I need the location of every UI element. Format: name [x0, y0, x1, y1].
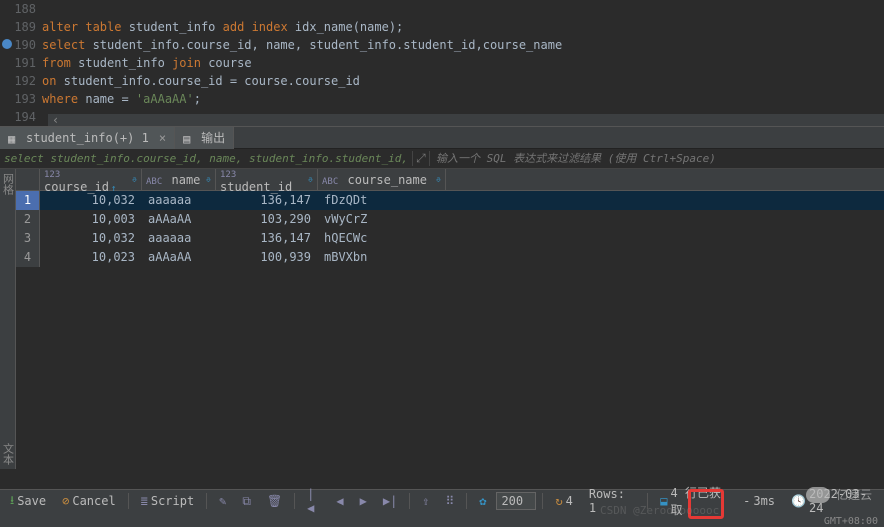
cell-name[interactable]: aaaaaa: [142, 229, 216, 248]
line-number: 194: [0, 108, 42, 126]
column-name: course_id: [44, 180, 109, 194]
code-line[interactable]: where name = 'aAAaAA';: [42, 90, 884, 108]
cell-course_name[interactable]: hQECWc: [318, 229, 446, 248]
script-button[interactable]: ≣ Script: [135, 491, 201, 511]
filter-icon[interactable]: ⎀: [436, 175, 441, 185]
code-line[interactable]: from student_info join course: [42, 54, 884, 72]
close-icon[interactable]: ×: [159, 131, 166, 145]
table-row[interactable]: 310,032aaaaaa136,147hQECWc: [16, 229, 884, 248]
gear-icon[interactable]: ✿: [473, 491, 492, 511]
last-page-icon[interactable]: ▶|: [377, 491, 403, 511]
save-button[interactable]: ⭳ Save: [4, 491, 52, 511]
code-line[interactable]: on student_info.course_id = course.cours…: [42, 72, 884, 90]
results-grid[interactable]: 123 course_id↑⎀ABC name⎀123 student_id⎀A…: [16, 169, 884, 469]
column-name: course_name: [348, 173, 427, 187]
filter-bar: select student_info.course_id, name, stu…: [0, 149, 884, 169]
column-header-course_name[interactable]: ABC course_name ⎀: [318, 169, 446, 190]
tab-label: student_info(+) 1: [26, 131, 149, 145]
column-name: student_id: [220, 180, 292, 194]
type-icon: ABC: [146, 177, 162, 187]
column-header-student_id[interactable]: 123 student_id⎀: [216, 169, 318, 190]
code-line[interactable]: select student_info.course_id, name, stu…: [42, 36, 884, 54]
cell-course_name[interactable]: fDzQDt: [318, 191, 446, 210]
row-number[interactable]: 3: [16, 229, 40, 248]
line-number: 192: [0, 72, 42, 90]
duplicate-icon[interactable]: ⧉: [236, 491, 257, 511]
cell-course_name[interactable]: mBVXbn: [318, 248, 446, 267]
type-icon: ABC: [322, 177, 338, 187]
first-page-icon[interactable]: |◀: [301, 491, 326, 511]
export-icon[interactable]: ⇪: [416, 491, 435, 511]
table-row[interactable]: 110,032aaaaaa136,147fDzQDt: [16, 191, 884, 210]
grid-mode-gutter[interactable]: 网格 文本: [0, 169, 16, 469]
row-number[interactable]: 1: [16, 191, 40, 210]
expand-icon[interactable]: ⤢: [412, 151, 430, 166]
cell-student_id[interactable]: 136,147: [216, 191, 318, 210]
tab--[interactable]: ▤ 输出: [175, 127, 234, 149]
sql-editor[interactable]: 188189alter table student_info add index…: [0, 0, 884, 126]
cell-student_id[interactable]: 136,147: [216, 229, 318, 248]
grid-corner[interactable]: [16, 169, 40, 190]
line-number: 188: [0, 0, 42, 18]
column-header-name[interactable]: ABC name ⎀: [142, 169, 216, 190]
prev-page-icon[interactable]: ◀: [330, 491, 349, 511]
cancel-button[interactable]: ⊘ Cancel: [56, 491, 122, 511]
grid-icon: ▦: [8, 132, 20, 144]
cloud-icon: [806, 487, 830, 503]
filter-icon[interactable]: ⎀: [206, 175, 211, 185]
csdn-watermark: CSDN @Zerooooooooc: [600, 504, 719, 517]
timing: - 3ms: [737, 491, 781, 511]
timezone: GMT+08:00: [824, 516, 878, 527]
sort-asc-icon[interactable]: ↑: [111, 184, 116, 194]
line-number: 190: [0, 36, 42, 54]
table-row[interactable]: 410,023aAAaAA100,939mBVXbn: [16, 248, 884, 267]
cell-student_id[interactable]: 100,939: [216, 248, 318, 267]
code-line[interactable]: [42, 0, 884, 18]
output-icon: ▤: [183, 132, 195, 144]
filter-input[interactable]: [430, 152, 884, 165]
filter-icon[interactable]: ⎀: [308, 175, 313, 185]
row-number[interactable]: 2: [16, 210, 40, 229]
cell-course_id[interactable]: 10,023: [40, 248, 142, 267]
column-name: name: [172, 173, 201, 187]
cell-course_id[interactable]: 10,003: [40, 210, 142, 229]
line-number: 191: [0, 54, 42, 72]
type-icon: 123: [44, 170, 60, 180]
cell-name[interactable]: aAAaAA: [142, 248, 216, 267]
result-tab-bar: ▦ student_info(+) 1 × ▤ 输出: [0, 126, 884, 149]
cell-course_id[interactable]: 10,032: [40, 191, 142, 210]
next-page-icon[interactable]: ▶: [354, 491, 373, 511]
cell-course_name[interactable]: vWyCrZ: [318, 210, 446, 229]
row-number[interactable]: 4: [16, 248, 40, 267]
code-line[interactable]: alter table student_info add index idx_n…: [42, 18, 884, 36]
cell-student_id[interactable]: 103,290: [216, 210, 318, 229]
refresh-button[interactable]: ↻ 4: [549, 491, 578, 511]
grid-toolbar: ⭳ Save ⊘ Cancel ≣ Script ✎ ⧉ 🗑 |◀ ◀ ▶ ▶|…: [0, 489, 884, 527]
settings-tiny-icon[interactable]: ⠿: [439, 491, 460, 511]
filter-icon[interactable]: ⎀: [132, 175, 137, 185]
tab-student_info-1[interactable]: ▦ student_info(+) 1 ×: [0, 127, 175, 149]
sql-echo: select student_info.course_id, name, stu…: [0, 152, 412, 165]
delete-icon[interactable]: 🗑: [261, 491, 288, 511]
line-number: 189: [0, 18, 42, 36]
page-size-input[interactable]: [496, 492, 536, 510]
editor-scrollbar[interactable]: ‹: [48, 114, 884, 126]
table-row[interactable]: 210,003aAAaAA103,290vWyCrZ: [16, 210, 884, 229]
cell-course_id[interactable]: 10,032: [40, 229, 142, 248]
line-number: 193: [0, 90, 42, 108]
edit-icon[interactable]: ✎: [213, 491, 232, 511]
cell-name[interactable]: aaaaaa: [142, 191, 216, 210]
cell-name[interactable]: aAAaAA: [142, 210, 216, 229]
column-header-course_id[interactable]: 123 course_id↑⎀: [40, 169, 142, 190]
tab-label: 输出: [201, 129, 225, 146]
yisu-watermark: 亿速云: [806, 486, 872, 503]
type-icon: 123: [220, 170, 236, 180]
